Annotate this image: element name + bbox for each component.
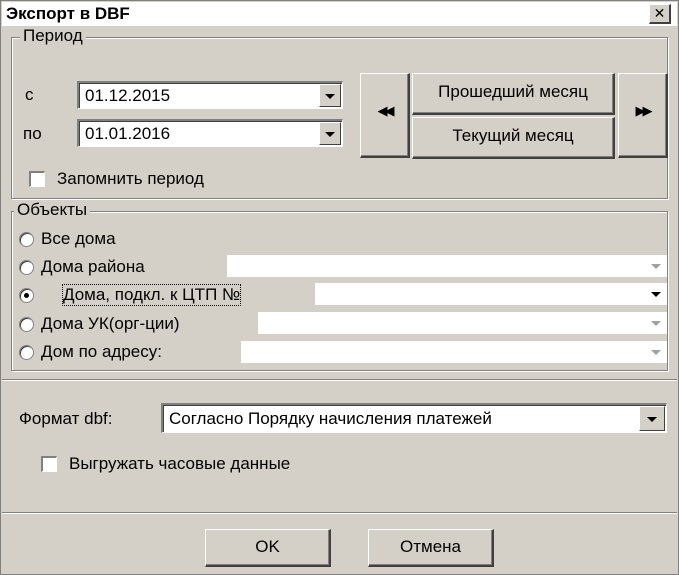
date-from-combo[interactable]: 01.12.2015	[77, 81, 343, 109]
chevron-down-icon	[647, 416, 657, 422]
uk-combo[interactable]	[258, 312, 667, 334]
format-label: Формат dbf:	[19, 409, 113, 428]
to-label: по	[23, 124, 42, 143]
radio-ctp-houses[interactable]	[19, 288, 34, 303]
address-combo[interactable]	[241, 341, 667, 363]
radio-all-houses[interactable]	[19, 232, 34, 247]
chevron-down-icon	[651, 264, 661, 269]
separator-top	[2, 379, 677, 381]
export-hourly-checkbox[interactable]	[41, 456, 57, 472]
from-label: с	[25, 85, 34, 104]
date-to-combo[interactable]: 01.01.2016	[77, 119, 343, 147]
window-title: Экспорт в DBF	[6, 4, 130, 23]
radio-district-houses-label: Дома района	[41, 257, 145, 276]
format-combo[interactable]: Согласно Порядку начисления платежей	[161, 403, 667, 433]
radio-selected-dot	[24, 293, 29, 298]
export-hourly-label: Выгружать часовые данные	[69, 454, 291, 473]
radio-uk-houses[interactable]	[19, 317, 34, 332]
chevron-down-icon	[651, 292, 661, 297]
radio-ctp-houses-label: Дома, подкл. к ЦТП №	[61, 284, 242, 306]
radio-district-houses[interactable]	[19, 260, 34, 275]
title-bar: Экспорт в DBF ✕	[2, 2, 677, 26]
last-month-button[interactable]: Прошедший месяц	[412, 73, 615, 115]
ctp-combo[interactable]	[315, 283, 667, 305]
radio-address-house-label: Дом по адресу:	[41, 342, 162, 361]
cancel-button[interactable]: Отмена	[368, 529, 494, 567]
chevron-down-icon	[325, 131, 335, 137]
period-legend: Период	[20, 26, 86, 46]
ok-label: OK	[255, 537, 280, 556]
date-from-value: 01.12.2015	[85, 86, 171, 105]
current-month-label: Текущий месяц	[452, 126, 574, 145]
export-dbf-dialog: Экспорт в DBF ✕ Период с 01.12.2015 по 0…	[0, 0, 679, 575]
separator-bottom	[2, 512, 677, 514]
format-value: Согласно Порядку начисления платежей	[169, 409, 492, 428]
radio-uk-houses-label: Дома УК(орг-ции)	[41, 314, 180, 333]
close-icon: ✕	[653, 5, 666, 21]
format-dropdown-button[interactable]	[639, 406, 665, 431]
date-to-dropdown-button[interactable]	[319, 122, 341, 145]
remember-period-checkbox[interactable]	[29, 171, 45, 187]
remember-period-label: Запомнить период	[57, 169, 204, 188]
last-month-label: Прошедший месяц	[438, 82, 588, 101]
date-from-dropdown-button[interactable]	[319, 84, 341, 107]
ok-button[interactable]: OK	[205, 529, 331, 567]
double-right-arrow-icon: ▶▶	[635, 104, 653, 119]
prev-period-button[interactable]: ◀◀	[360, 73, 410, 158]
next-period-button[interactable]: ▶▶	[618, 73, 668, 158]
chevron-down-icon	[325, 93, 335, 99]
chevron-down-icon	[651, 350, 661, 355]
objects-legend: Объекты	[14, 200, 91, 220]
chevron-down-icon	[651, 321, 661, 326]
district-combo[interactable]	[227, 255, 667, 277]
double-left-arrow-icon: ◀◀	[377, 104, 395, 119]
cancel-label: Отмена	[400, 537, 461, 556]
close-button[interactable]: ✕	[649, 4, 671, 24]
radio-all-houses-label: Все дома	[41, 229, 116, 248]
date-to-value: 01.01.2016	[85, 124, 171, 143]
current-month-button[interactable]: Текущий месяц	[412, 117, 615, 159]
radio-address-house[interactable]	[19, 345, 34, 360]
